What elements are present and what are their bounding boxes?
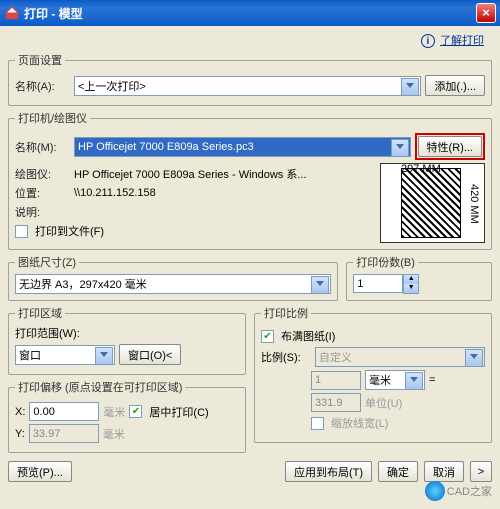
scale-label: 比例(S): xyxy=(261,349,311,365)
page-setup-legend: 页面设置 xyxy=(15,52,65,68)
range-label: 打印范围(W): xyxy=(15,325,239,341)
cancel-button[interactable]: 取消 xyxy=(424,461,464,482)
offset-legend: 打印偏移 (原点设置在可打印区域) xyxy=(15,379,185,395)
preview-button[interactable]: 预览(P)... xyxy=(8,461,72,482)
window-button[interactable]: 窗口(O)< xyxy=(119,344,181,365)
unit-dropdown[interactable]: 毫米 xyxy=(365,370,425,390)
y-label: Y: xyxy=(15,428,25,440)
plotter-label: 绘图仪: xyxy=(15,166,70,182)
copies-group: 打印份数(B) ▲▼ xyxy=(346,254,492,301)
window-title: 打印 - 模型 xyxy=(24,5,476,22)
print-to-file-checkbox[interactable] xyxy=(15,225,28,238)
x-unit: 毫米 xyxy=(103,404,125,420)
y-unit: 毫米 xyxy=(103,426,125,442)
expand-button[interactable]: > xyxy=(470,461,492,482)
dialog-content: i 了解打印 页面设置 名称(A): <上一次打印> 添加(.)... 打印机/… xyxy=(0,26,500,490)
location-value: \\10.211.152.158 xyxy=(74,187,156,199)
printer-name-dropdown[interactable]: HP Officejet 7000 E809a Series.pc3 xyxy=(74,137,411,157)
paper-size-dropdown[interactable]: 无边界 A3，297x420 毫米 xyxy=(15,274,331,294)
scale-lw-label: 缩放线宽(L) xyxy=(331,415,388,431)
pagesetup-name-label: 名称(A): xyxy=(15,78,70,94)
page-setup-group: 页面设置 名称(A): <上一次打印> 添加(.)... xyxy=(8,52,492,106)
print-range-dropdown[interactable]: 窗口 xyxy=(15,345,115,365)
scale-group: 打印比例 ✔布满图纸(I) 比例(S): 自定义 毫米 = 单位(U) 缩放线宽… xyxy=(254,305,492,443)
printer-name-label: 名称(M): xyxy=(15,139,70,155)
paper-size-group: 图纸尺寸(Z) 无边界 A3，297x420 毫米 xyxy=(8,254,338,301)
offset-group: 打印偏移 (原点设置在可打印区域) X: 毫米 ✔ 居中打印(C) Y: 毫米 xyxy=(8,379,246,453)
apply-layout-button[interactable]: 应用到布局(T) xyxy=(285,461,372,482)
properties-button[interactable]: 特性(R)... xyxy=(418,136,482,157)
location-label: 位置: xyxy=(15,185,70,201)
scale-dropdown[interactable]: 自定义 xyxy=(315,347,485,367)
desc-label: 说明: xyxy=(15,204,70,220)
paper-size-legend: 图纸尺寸(Z) xyxy=(15,254,79,270)
print-area-legend: 打印区域 xyxy=(15,305,65,321)
x-label: X: xyxy=(15,406,25,418)
help-row: i 了解打印 xyxy=(8,30,492,52)
pagesetup-name-dropdown[interactable]: <上一次打印> xyxy=(74,76,421,96)
fit-checkbox[interactable]: ✔ xyxy=(261,330,274,343)
app-icon xyxy=(4,5,20,21)
close-button[interactable]: × xyxy=(476,3,496,23)
copies-legend: 打印份数(B) xyxy=(353,254,418,270)
scale-legend: 打印比例 xyxy=(261,305,311,321)
plotter-value: HP Officejet 7000 E809a Series - Windows… xyxy=(74,166,307,182)
print-area-group: 打印区域 打印范围(W): 窗口 窗口(O)< xyxy=(8,305,246,375)
unit2-label: 单位(U) xyxy=(365,395,402,411)
scale-num2[interactable] xyxy=(311,393,361,412)
fit-label: 布满图纸(I) xyxy=(281,328,335,344)
ok-button[interactable]: 确定 xyxy=(378,461,418,482)
help-link[interactable]: 了解打印 xyxy=(440,35,484,47)
scale-lw-checkbox[interactable] xyxy=(311,417,324,430)
center-label: 居中打印(C) xyxy=(149,404,208,420)
add-button[interactable]: 添加(.)... xyxy=(425,75,485,96)
x-input[interactable] xyxy=(29,402,99,421)
center-checkbox[interactable]: ✔ xyxy=(129,405,142,418)
copies-spinner[interactable]: ▲▼ xyxy=(353,274,485,294)
bottom-buttons: 预览(P)... 应用到布局(T) 确定 取消 > xyxy=(8,457,492,482)
printer-legend: 打印机/绘图仪 xyxy=(15,110,90,126)
scale-num1[interactable] xyxy=(311,371,361,390)
info-icon: i xyxy=(421,34,435,48)
print-to-file-label: 打印到文件(F) xyxy=(35,223,104,239)
printer-group: 打印机/绘图仪 名称(M): HP Officejet 7000 E809a S… xyxy=(8,110,492,250)
paper-preview: 297 MM 420 MM xyxy=(380,163,485,243)
titlebar: 打印 - 模型 × xyxy=(0,0,500,26)
y-input[interactable] xyxy=(29,424,99,443)
